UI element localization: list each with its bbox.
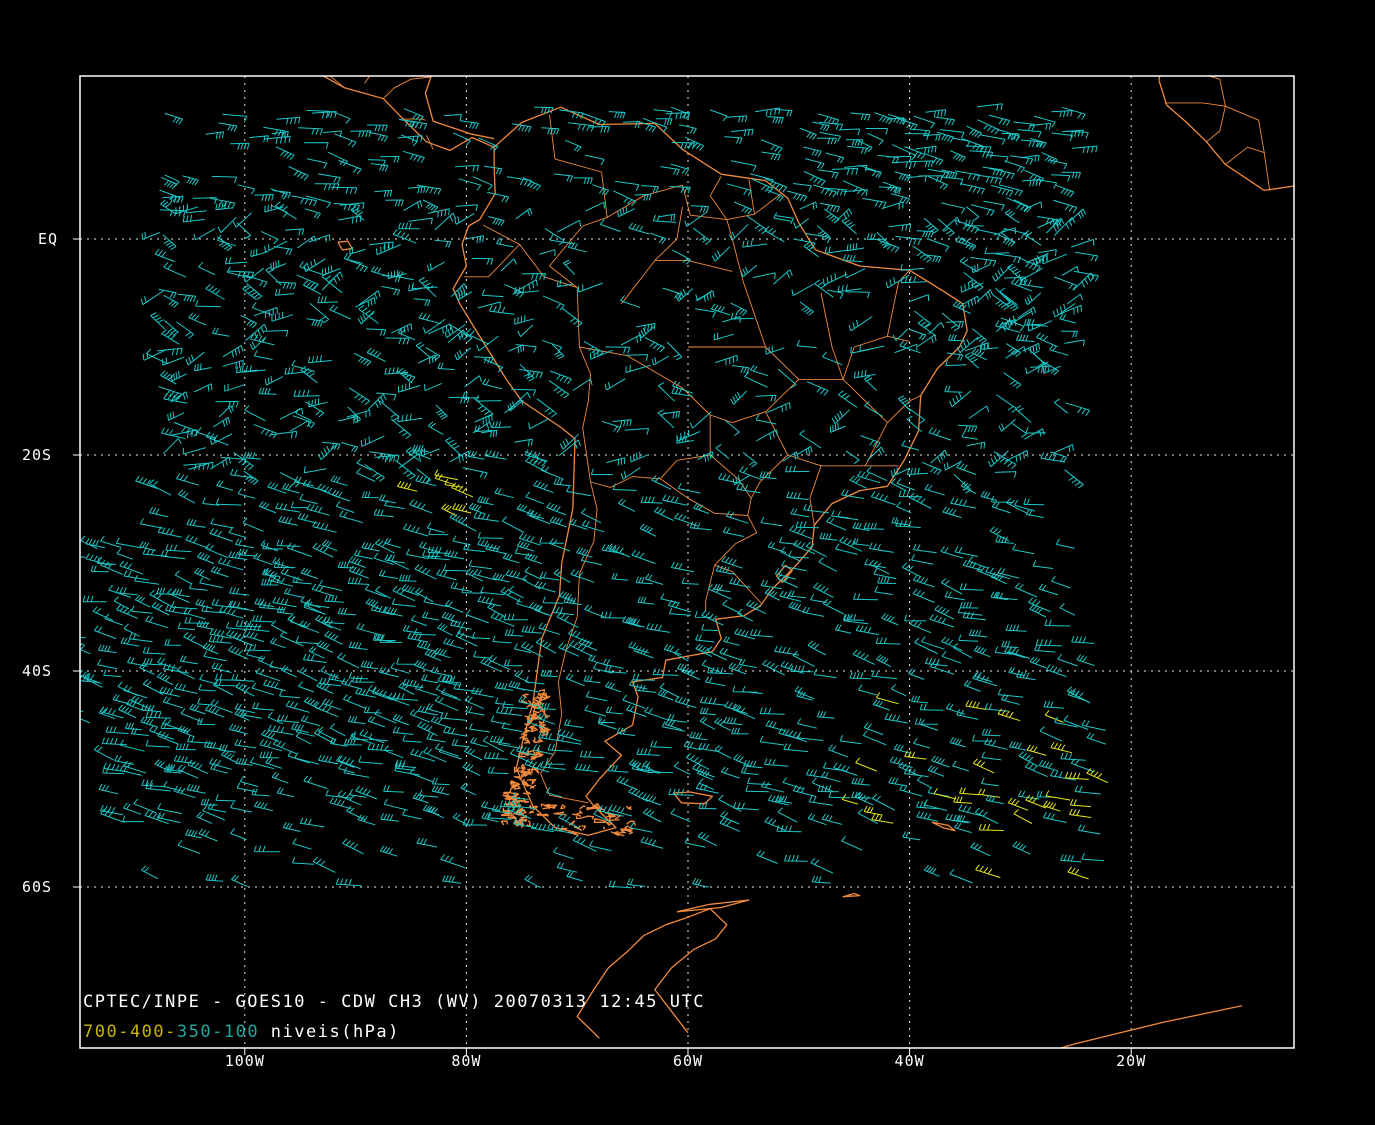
map-title: CPTEC/INPE - GOES10 - CDW CH3 (WV) 20070… xyxy=(83,992,705,1012)
wind-map xyxy=(0,0,1375,1125)
lat-label-eq: EQ xyxy=(38,230,59,248)
lon-label-60w: 60W xyxy=(672,1052,704,1070)
lon-label-20w: 20W xyxy=(1116,1052,1147,1070)
lon-label-80w: 80W xyxy=(451,1052,482,1070)
lat-label-20s: 20S xyxy=(22,446,53,464)
lon-label-100w: 100W xyxy=(224,1052,265,1070)
legend-part-1: - xyxy=(165,1022,177,1042)
legend-part-2: 350-100 xyxy=(176,1022,260,1042)
legend-part-3: niveis(hPa) xyxy=(259,1022,400,1042)
lat-label-40s: 40S xyxy=(22,662,53,680)
level-legend: 700-400-350-100 niveis(hPa) xyxy=(83,1022,400,1042)
lat-label-60s: 60S xyxy=(22,878,53,896)
legend-part-0: 700-400 xyxy=(83,1022,166,1042)
lon-label-40w: 40W xyxy=(894,1052,925,1070)
